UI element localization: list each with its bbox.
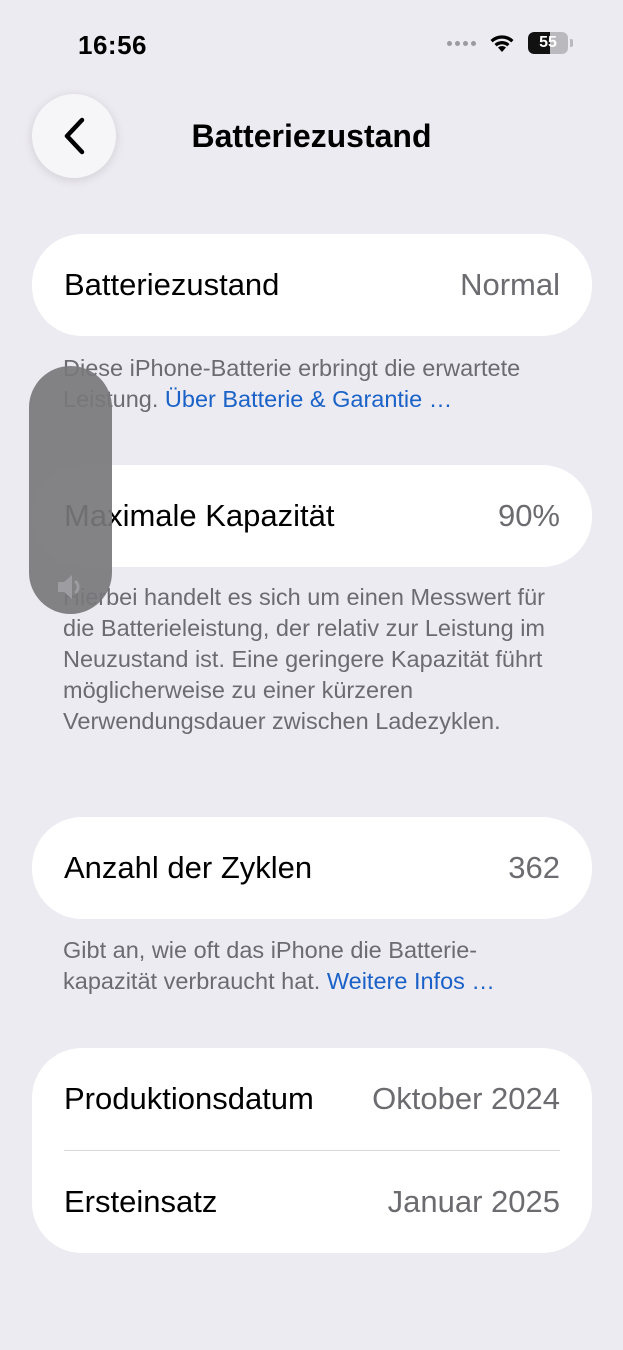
status-icons: 55 (447, 32, 573, 54)
max-capacity-row: Maximale Kapazität 90% (32, 465, 592, 567)
battery-warranty-link[interactable]: Über Batterie & Garantie … (165, 386, 452, 412)
wifi-icon (488, 33, 516, 53)
max-capacity-footnote: Hierbei handelt es sich um einen Mess­we… (63, 584, 545, 734)
battery-health-row[interactable]: Batteriezustand Normal (32, 234, 592, 336)
screen: 16:56 55 Batteriezustand Batteriezustand… (0, 0, 623, 1350)
cycle-count-footnote: Gibt an, wie oft das iPhone die Batterie… (63, 935, 563, 997)
production-date-label: Produktionsdatum (64, 1081, 314, 1116)
status-time: 16:56 (78, 30, 147, 60)
cellular-signal-icon (447, 40, 476, 46)
speaker-icon (58, 575, 80, 599)
max-capacity-card: Maximale Kapazität 90% (32, 465, 592, 567)
page-title: Batteriezustand (191, 118, 432, 154)
cycle-count-value: 362 (508, 850, 560, 885)
dates-card: Produktionsdatum Oktober 2024 Ersteinsat… (32, 1048, 592, 1253)
production-date-value: Oktober 2024 (372, 1081, 560, 1116)
first-use-label: Ersteinsatz (64, 1184, 218, 1219)
cycle-count-row: Anzahl der Zyklen 362 (32, 817, 592, 919)
first-use-row: Ersteinsatz Januar 2025 (32, 1151, 592, 1253)
more-info-link[interactable]: Weitere Infos … (327, 968, 495, 994)
battery-health-footnote: Diese iPhone-Batterie erbringt die erwar… (63, 353, 563, 415)
cycle-count-card: Anzahl der Zyklen 362 (32, 817, 592, 919)
battery-health-value: Normal (460, 267, 560, 302)
battery-health-label: Batteriezustand (64, 267, 280, 302)
cycle-count-label: Anzahl der Zyklen (64, 850, 313, 885)
first-use-value: Januar 2025 (387, 1184, 560, 1219)
max-capacity-value: 90% (497, 498, 560, 533)
battery-health-card[interactable]: Batteriezustand Normal (32, 234, 592, 336)
battery-percentage: 55 (539, 34, 557, 51)
production-date-row: Produktionsdatum Oktober 2024 (32, 1048, 592, 1150)
volume-hud[interactable] (29, 366, 112, 614)
battery-tip (570, 39, 573, 47)
battery-icon: 55 (528, 32, 568, 54)
